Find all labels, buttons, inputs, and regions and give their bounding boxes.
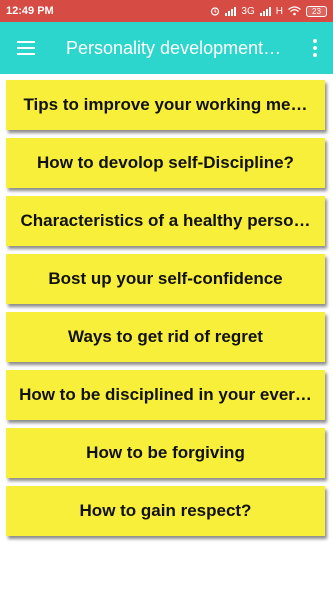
topic-card[interactable]: How to be disciplined in your ever… (6, 370, 325, 420)
topic-label: How to be disciplined in your ever… (19, 385, 312, 404)
topic-card[interactable]: How to gain respect? (6, 486, 325, 536)
topic-card[interactable]: Tips to improve your working me… (6, 80, 325, 130)
topic-card[interactable]: Bost up your self-confidence (6, 254, 325, 304)
carrier-mark: H (275, 5, 283, 17)
battery-level: 23 (312, 6, 321, 16)
topic-card[interactable]: How to devolop self-Discipline? (6, 138, 325, 188)
app-title: Personality development… (66, 37, 282, 58)
topic-label: Tips to improve your working me… (23, 95, 308, 114)
more-vert-icon[interactable] (297, 22, 333, 74)
alarm-icon (210, 6, 220, 16)
topic-label: How to devolop self-Discipline? (37, 153, 294, 172)
topic-label: Characteristics of a healthy perso… (20, 211, 311, 230)
status-bar: 12:49 PM 3G H 23 (0, 0, 333, 22)
battery-icon: 23 (306, 5, 327, 17)
wifi-icon (288, 6, 301, 16)
topic-card[interactable]: Characteristics of a healthy perso… (6, 196, 325, 246)
topic-label: How to gain respect? (79, 501, 252, 520)
hamburger-icon[interactable] (0, 22, 52, 74)
status-time: 12:49 PM (6, 5, 54, 17)
topic-card[interactable]: Ways to get rid of regret (6, 312, 325, 362)
signal-icon (225, 6, 237, 16)
topic-card[interactable]: How to be forgiving (6, 428, 325, 478)
topic-label: How to be forgiving (86, 443, 245, 462)
app-bar: Personality development… (0, 22, 333, 74)
signal-icon (259, 6, 271, 16)
topic-label: Ways to get rid of regret (68, 327, 263, 346)
network-type: 3G (241, 5, 255, 17)
topic-label: Bost up your self-confidence (48, 269, 283, 288)
